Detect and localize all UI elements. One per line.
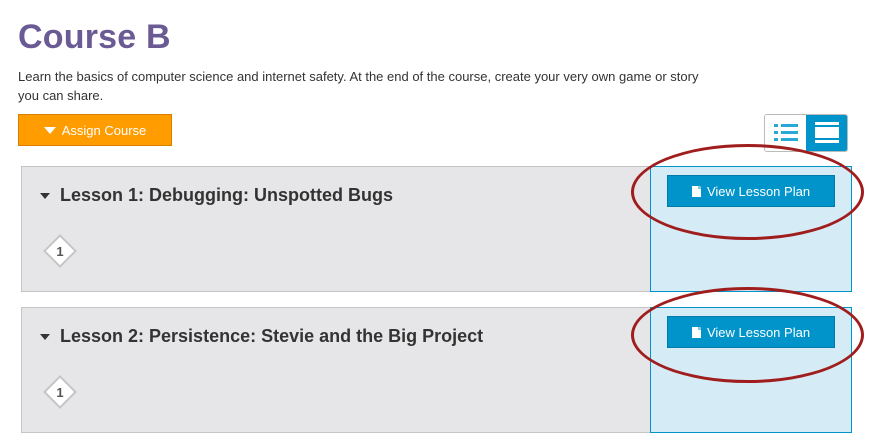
level-number[interactable]: 1 xyxy=(48,380,72,404)
detail-view-button[interactable] xyxy=(806,115,847,151)
lesson-plan-panel: View Lesson Plan xyxy=(650,307,852,433)
list-view-icon xyxy=(773,124,798,141)
assign-course-button[interactable]: Assign Course xyxy=(18,114,172,146)
course-title: Course B xyxy=(18,18,171,56)
document-icon xyxy=(691,185,701,197)
detail-view-icon xyxy=(814,122,839,143)
lesson-plan-panel: View Lesson Plan xyxy=(650,166,852,292)
lesson-header[interactable]: Lesson 2: Persistence: Stevie and the Bi… xyxy=(40,326,483,347)
caret-down-icon xyxy=(43,126,56,134)
assign-course-label: Assign Course xyxy=(61,122,147,138)
view-lesson-plan-label: View Lesson Plan xyxy=(706,324,811,340)
caret-down-icon xyxy=(40,192,50,199)
level-number[interactable]: 1 xyxy=(48,239,72,263)
list-view-button[interactable] xyxy=(765,115,806,151)
lesson-card: Lesson 1: Debugging: Unspotted Bugs 1 Vi… xyxy=(21,166,852,292)
view-lesson-plan-label: View Lesson Plan xyxy=(706,183,811,199)
view-lesson-plan-button[interactable]: View Lesson Plan xyxy=(667,175,835,207)
caret-down-icon xyxy=(40,333,50,340)
lesson-title: Lesson 1: Debugging: Unspotted Bugs xyxy=(60,185,393,205)
document-icon xyxy=(691,326,701,338)
view-lesson-plan-button[interactable]: View Lesson Plan xyxy=(667,316,835,348)
lesson-header[interactable]: Lesson 1: Debugging: Unspotted Bugs xyxy=(40,185,393,206)
course-description: Learn the basics of computer science and… xyxy=(18,69,699,103)
lesson-title: Lesson 2: Persistence: Stevie and the Bi… xyxy=(60,326,484,346)
lesson-card: Lesson 2: Persistence: Stevie and the Bi… xyxy=(21,307,852,433)
view-toggle xyxy=(764,114,848,152)
